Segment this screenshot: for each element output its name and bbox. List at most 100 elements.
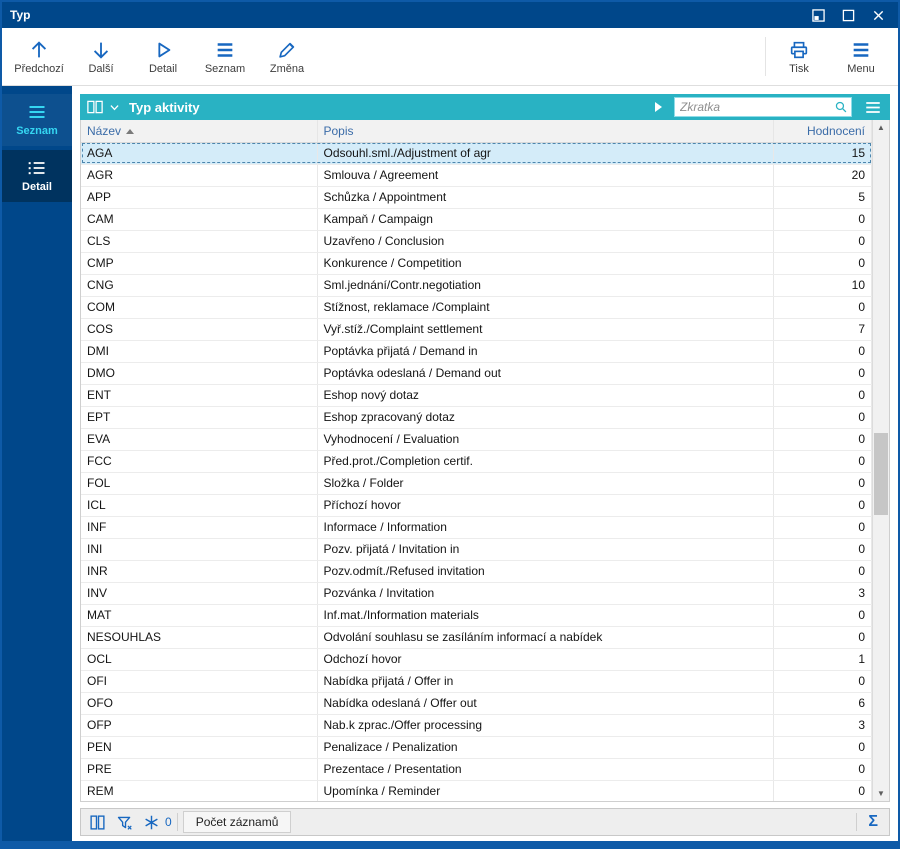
search-input[interactable] (680, 100, 834, 114)
table-cell[interactable]: FOL (81, 472, 318, 495)
table-cell[interactable]: 0 (773, 252, 872, 275)
table-cell[interactable]: 20 (773, 164, 872, 187)
table-cell[interactable]: Vyhodnocení / Evaluation (317, 428, 774, 451)
table-row[interactable]: COS Vyř.stíž./Complaint settlement 7 (81, 318, 872, 341)
table-cell[interactable]: 0 (773, 450, 872, 473)
table-row[interactable]: PEN Penalizace / Penalization 0 (81, 736, 872, 759)
refresh-snowflake-icon[interactable] (140, 811, 162, 833)
table-row[interactable]: INI Pozv. přijatá / Invitation in 0 (81, 538, 872, 561)
grid-menu-button[interactable] (860, 96, 886, 118)
table-row[interactable]: INF Informace / Information 0 (81, 516, 872, 539)
table-cell[interactable]: CNG (81, 274, 318, 297)
list-view-button[interactable]: Seznam (194, 31, 256, 82)
table-cell[interactable]: 0 (773, 296, 872, 319)
table-row[interactable]: INV Pozvánka / Invitation 3 (81, 582, 872, 605)
table-cell[interactable]: ICL (81, 494, 318, 517)
table-cell[interactable]: OFP (81, 714, 318, 737)
table-cell[interactable]: 0 (773, 626, 872, 649)
table-cell[interactable]: 0 (773, 406, 872, 429)
table-row[interactable]: CMP Konkurence / Competition 0 (81, 252, 872, 275)
table-cell[interactable]: 0 (773, 516, 872, 539)
table-cell[interactable]: Sml.jednání/Contr.negotiation (317, 274, 774, 297)
next-button[interactable]: Další (70, 31, 132, 82)
table-cell[interactable]: INF (81, 516, 318, 539)
chevron-down-icon[interactable] (108, 101, 121, 114)
table-row[interactable]: OFI Nabídka přijatá / Offer in 0 (81, 670, 872, 693)
menu-button[interactable]: Menu (830, 31, 892, 82)
table-row[interactable]: FOL Složka / Folder 0 (81, 472, 872, 495)
table-cell[interactable]: PRE (81, 758, 318, 781)
table-cell[interactable]: 0 (773, 230, 872, 253)
table-cell[interactable]: Pozv. přijatá / Invitation in (317, 538, 774, 561)
table-cell[interactable]: INI (81, 538, 318, 561)
table-cell[interactable]: 7 (773, 318, 872, 341)
column-header-hodnoceni[interactable]: Hodnocení (773, 120, 872, 143)
print-button[interactable]: Tisk (768, 31, 830, 82)
table-row[interactable]: FCC Před.prot./Completion certif. 0 (81, 450, 872, 473)
maximize-button[interactable] (836, 5, 860, 25)
expand-arrow-icon[interactable] (655, 102, 662, 112)
table-row[interactable]: AGA Odsouhl.sml./Adjustment of agr 15 (81, 142, 872, 165)
table-cell[interactable]: Upomínka / Reminder (317, 780, 774, 801)
table-cell[interactable]: Inf.mat./Information materials (317, 604, 774, 627)
table-row[interactable]: OFO Nabídka odeslaná / Offer out 6 (81, 692, 872, 715)
table-cell[interactable]: MAT (81, 604, 318, 627)
table-cell[interactable]: APP (81, 186, 318, 209)
table-row[interactable]: DMI Poptávka přijatá / Demand in 0 (81, 340, 872, 363)
table-cell[interactable]: Pozvánka / Invitation (317, 582, 774, 605)
table-row[interactable]: PRE Prezentace / Presentation 0 (81, 758, 872, 781)
table-cell[interactable]: OFI (81, 670, 318, 693)
table-cell[interactable]: Vyř.stíž./Complaint settlement (317, 318, 774, 341)
table-cell[interactable]: ENT (81, 384, 318, 407)
dock-window-button[interactable] (806, 5, 830, 25)
table-cell[interactable]: NESOUHLAS (81, 626, 318, 649)
table-cell[interactable]: COS (81, 318, 318, 341)
table-cell[interactable]: Před.prot./Completion certif. (317, 450, 774, 473)
table-row[interactable]: APP Schůzka / Appointment 5 (81, 186, 872, 209)
scroll-up-icon[interactable]: ▲ (873, 120, 889, 135)
table-cell[interactable]: CAM (81, 208, 318, 231)
table-cell[interactable]: OCL (81, 648, 318, 671)
detail-button[interactable]: Detail (132, 31, 194, 82)
table-cell[interactable]: 0 (773, 362, 872, 385)
table-cell[interactable]: AGR (81, 164, 318, 187)
previous-button[interactable]: Předchozí (8, 31, 70, 82)
table-row[interactable]: ENT Eshop nový dotaz 0 (81, 384, 872, 407)
table-cell[interactable]: Schůzka / Appointment (317, 186, 774, 209)
table-cell[interactable]: 0 (773, 560, 872, 583)
table-cell[interactable]: Informace / Information (317, 516, 774, 539)
table-cell[interactable]: CMP (81, 252, 318, 275)
table-cell[interactable]: INR (81, 560, 318, 583)
table-cell[interactable]: 0 (773, 384, 872, 407)
table-cell[interactable]: 0 (773, 758, 872, 781)
table-cell[interactable]: PEN (81, 736, 318, 759)
sidebar-item-seznam[interactable]: Seznam (2, 94, 72, 146)
table-cell[interactable]: 0 (773, 736, 872, 759)
table-row[interactable]: EPT Eshop zpracovaný dotaz 0 (81, 406, 872, 429)
table-cell[interactable]: 0 (773, 208, 872, 231)
scrollbar-thumb[interactable] (874, 433, 888, 516)
table-cell[interactable]: CLS (81, 230, 318, 253)
vertical-scrollbar[interactable]: ▲ ▼ (872, 120, 889, 801)
sidebar-item-detail[interactable]: Detail (2, 150, 72, 202)
table-cell[interactable]: Eshop zpracovaný dotaz (317, 406, 774, 429)
table-cell[interactable]: Odsouhl.sml./Adjustment of agr (317, 142, 774, 165)
table-row[interactable]: AGR Smlouva / Agreement 20 (81, 164, 872, 187)
table-row[interactable]: MAT Inf.mat./Information materials 0 (81, 604, 872, 627)
columns-icon[interactable] (86, 811, 108, 833)
table-cell[interactable]: 0 (773, 428, 872, 451)
table-cell[interactable]: FCC (81, 450, 318, 473)
table-cell[interactable]: COM (81, 296, 318, 319)
table-cell[interactable]: Příchozí hovor (317, 494, 774, 517)
table-cell[interactable]: 1 (773, 648, 872, 671)
search-icon[interactable] (834, 100, 848, 114)
table-row[interactable]: INR Pozv.odmít./Refused invitation 0 (81, 560, 872, 583)
table-cell[interactable]: 0 (773, 494, 872, 517)
columns-view-icon[interactable] (86, 99, 104, 115)
table-row[interactable]: OFP Nab.k zprac./Offer processing 3 (81, 714, 872, 737)
table-cell[interactable]: REM (81, 780, 318, 801)
table-row[interactable]: COM Stížnost, reklamace /Complaint 0 (81, 296, 872, 319)
table-cell[interactable]: Nabídka přijatá / Offer in (317, 670, 774, 693)
table-cell[interactable]: 6 (773, 692, 872, 715)
table-cell[interactable]: DMO (81, 362, 318, 385)
